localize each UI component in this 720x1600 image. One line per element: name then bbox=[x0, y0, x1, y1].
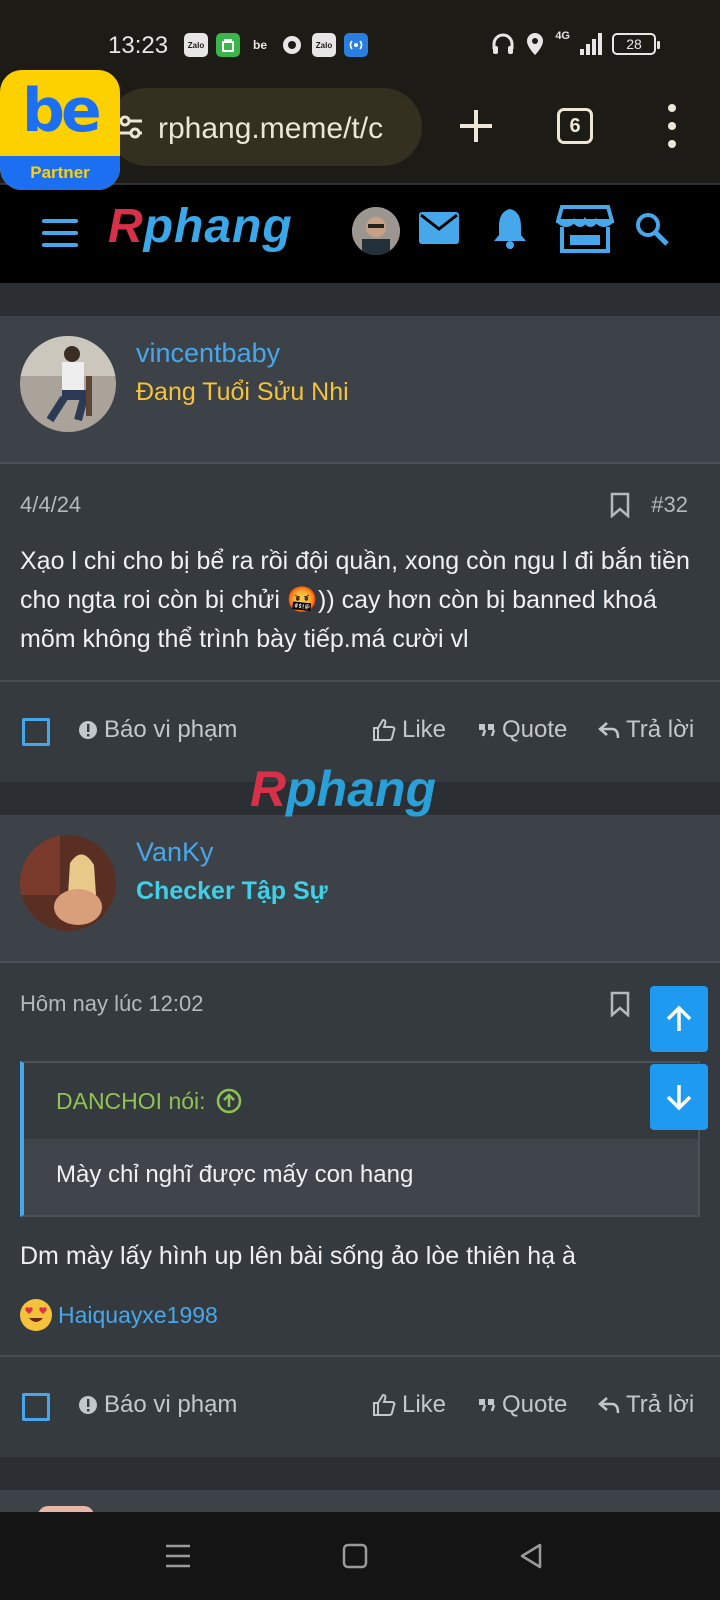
site-watermark: Rphang bbox=[250, 761, 437, 817]
post-message: Dm mày lấy hình up lên bài sống ảo lòe t… bbox=[20, 1242, 576, 1270]
battery-icon: 28 bbox=[612, 33, 660, 55]
post-date[interactable]: 4/4/24 bbox=[20, 492, 81, 518]
select-post-checkbox[interactable] bbox=[22, 1393, 50, 1421]
browser-menu-icon[interactable] bbox=[660, 104, 684, 148]
reply-button[interactable]: Trả lời bbox=[598, 716, 694, 744]
thumbs-up-icon bbox=[373, 718, 396, 741]
author-user-title: Checker Tập Sự bbox=[136, 877, 328, 905]
address-bar[interactable]: rphang.meme/t/c bbox=[108, 88, 422, 166]
network-type: 4G bbox=[555, 30, 570, 42]
arrow-up-icon bbox=[666, 1005, 692, 1031]
headphones-icon bbox=[492, 33, 514, 54]
like-button[interactable]: Like bbox=[372, 1391, 446, 1419]
status-notification-icons: Zalo be Zalo bbox=[184, 33, 368, 57]
report-label: Báo vi phạm bbox=[104, 1391, 238, 1418]
select-post-checkbox[interactable] bbox=[22, 718, 50, 746]
hamburger-menu-icon[interactable] bbox=[42, 219, 78, 247]
quoted-message: DANCHOI nói: Mày chỉ nghĩ được mấy con h… bbox=[20, 1061, 700, 1217]
post-date[interactable]: Hôm nay lúc 12:02 bbox=[20, 991, 203, 1017]
author-avatar[interactable] bbox=[20, 835, 116, 931]
alert-icon bbox=[79, 1396, 97, 1414]
quote-author[interactable]: DANCHOI nói: bbox=[56, 1088, 206, 1115]
hotspot-icon bbox=[344, 33, 368, 57]
reply-icon bbox=[598, 1397, 620, 1414]
post-card bbox=[0, 1490, 720, 1516]
zalo-icon: Zalo bbox=[312, 33, 336, 57]
bookmark-icon[interactable] bbox=[610, 492, 630, 518]
author-name[interactable]: vincentbaby bbox=[136, 338, 280, 369]
like-label: Like bbox=[402, 1391, 447, 1418]
post-author-block: vincentbaby Đang Tuổi Sửu Nhi bbox=[0, 316, 720, 464]
quote-button[interactable]: Quote bbox=[478, 716, 567, 744]
alert-icon bbox=[79, 721, 97, 739]
like-button[interactable]: Like bbox=[372, 716, 446, 744]
dot-icon bbox=[280, 33, 304, 57]
report-button[interactable]: Báo vi phạm bbox=[78, 716, 237, 744]
system-navigation-bar bbox=[0, 1512, 720, 1600]
post-number[interactable]: #32 bbox=[651, 492, 688, 518]
report-label: Báo vi phạm bbox=[104, 716, 238, 743]
site-logo[interactable]: Rphang bbox=[108, 199, 293, 254]
scroll-to-top-button[interactable] bbox=[650, 986, 708, 1052]
url-text[interactable]: rphang.meme/t/c bbox=[158, 112, 418, 146]
quote-icon bbox=[479, 1399, 496, 1412]
site-header: Rphang bbox=[0, 185, 720, 283]
site-settings-icon[interactable] bbox=[116, 114, 144, 140]
post-card: vincentbaby Đang Tuổi Sửu Nhi 4/4/24 #32… bbox=[0, 316, 720, 782]
user-avatar[interactable] bbox=[352, 207, 400, 255]
status-time: 13:23 bbox=[108, 32, 169, 59]
scroll-to-bottom-button[interactable] bbox=[650, 1064, 708, 1130]
back-icon[interactable] bbox=[518, 1542, 544, 1570]
recent-apps-icon[interactable] bbox=[164, 1542, 192, 1570]
inbox-icon[interactable] bbox=[418, 211, 460, 245]
grab-icon bbox=[216, 33, 240, 57]
post-message: Xạo l chi cho bị bể ra rồi đội quần, xon… bbox=[20, 547, 690, 653]
reply-icon bbox=[598, 722, 620, 739]
author-avatar[interactable] bbox=[20, 336, 116, 432]
thumbs-up-icon bbox=[373, 1393, 396, 1416]
zalo-icon: Zalo bbox=[184, 33, 208, 57]
arrow-down-icon bbox=[666, 1085, 692, 1111]
quote-icon bbox=[479, 724, 496, 737]
quote-label: Quote bbox=[502, 1391, 568, 1418]
search-icon[interactable] bbox=[634, 211, 670, 247]
author-user-title: Đang Tuổi Sửu Nhi bbox=[136, 378, 349, 406]
be-partner-floating-bubble[interactable]: be Partner bbox=[0, 70, 120, 190]
author-name[interactable]: VanKy bbox=[136, 837, 214, 868]
be-partner-label: Partner bbox=[0, 156, 120, 190]
be-logo: be bbox=[22, 76, 102, 146]
like-label: Like bbox=[402, 716, 447, 743]
reaction-summary[interactable]: Haiquayxe1998 bbox=[20, 1299, 218, 1331]
bookmark-icon[interactable] bbox=[610, 991, 630, 1017]
post-actions-bar: Báo vi phạm Like Quote Trả lời bbox=[0, 1355, 720, 1455]
reply-label: Trả lời bbox=[626, 716, 695, 743]
quote-button[interactable]: Quote bbox=[478, 1391, 567, 1419]
report-button[interactable]: Báo vi phạm bbox=[78, 1391, 237, 1419]
quote-label: Quote bbox=[502, 716, 568, 743]
home-icon[interactable] bbox=[342, 1542, 368, 1570]
reply-label: Trả lời bbox=[626, 1391, 695, 1418]
signal-icon bbox=[580, 33, 602, 55]
tab-switcher-button[interactable]: 6 bbox=[557, 108, 593, 144]
notifications-bell-icon[interactable] bbox=[492, 207, 528, 249]
heart-eyes-emoji-icon bbox=[20, 1299, 52, 1331]
post-card: VanKy Checker Tập Sự Hôm nay lúc 12:02 D… bbox=[0, 815, 720, 1457]
quote-text: Mày chỉ nghĩ được mấy con hang bbox=[24, 1139, 698, 1215]
post-author-block: VanKy Checker Tập Sự bbox=[0, 815, 720, 963]
quote-header[interactable]: DANCHOI nói: bbox=[24, 1063, 698, 1139]
store-icon[interactable] bbox=[556, 205, 614, 253]
status-system-icons: 4G 28 bbox=[491, 30, 660, 56]
arrow-up-circle-icon[interactable] bbox=[216, 1088, 242, 1114]
location-icon bbox=[527, 33, 544, 55]
reply-button[interactable]: Trả lời bbox=[598, 1391, 694, 1419]
reaction-user[interactable]: Haiquayxe1998 bbox=[58, 1302, 218, 1329]
new-tab-icon[interactable] bbox=[456, 106, 496, 146]
be-icon: be bbox=[252, 38, 267, 52]
